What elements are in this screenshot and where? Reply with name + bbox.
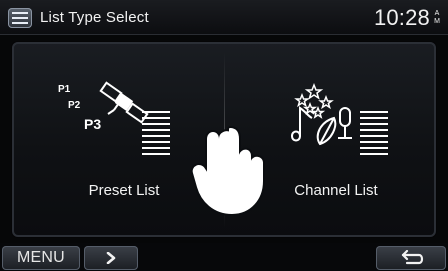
preset-label-p1: P1 (58, 84, 71, 95)
preset-label-p2: P2 (68, 100, 81, 111)
back-arrow-icon (401, 250, 424, 265)
satellite-icon (99, 81, 149, 124)
back-button[interactable] (376, 246, 446, 270)
clock-time: 10:28 (373, 5, 430, 30)
feather-icon (316, 116, 337, 146)
ampm-bottom: M (434, 18, 440, 25)
bottom-bar: MENU (0, 243, 448, 271)
stars-icon (294, 82, 334, 119)
music-note-icon (290, 106, 313, 142)
am-pm-indicator: A M (432, 10, 442, 28)
list-type-icon (8, 8, 32, 28)
chevron-right-icon (106, 252, 116, 264)
next-button[interactable] (84, 246, 138, 270)
touch-hand-icon (190, 126, 265, 216)
header-bar: List Type Select 10:28 A M (0, 0, 448, 35)
menu-button[interactable]: MENU (2, 246, 80, 270)
screen: List Type Select 10:28 A M P1 P2 P3 Pres… (0, 0, 448, 271)
microphone-icon (338, 107, 352, 139)
list-bars-icon-2 (360, 111, 388, 155)
page-title: List Type Select (40, 9, 149, 26)
ampm-top: A (434, 10, 440, 17)
list-bars-icon (142, 111, 170, 155)
preset-label-p3: P3 (84, 116, 101, 132)
